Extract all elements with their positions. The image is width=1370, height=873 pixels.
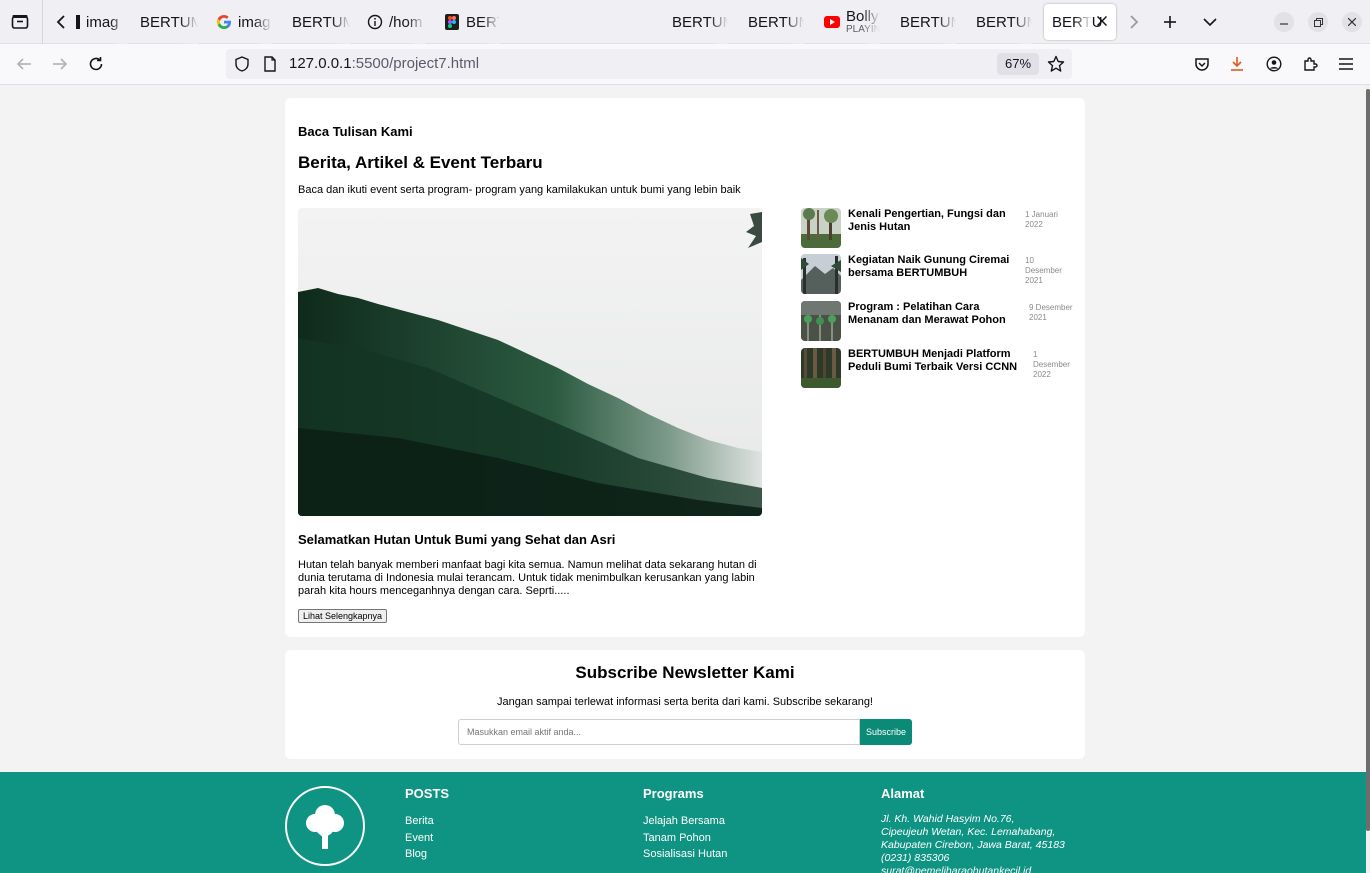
list-item[interactable]: Program : Pelatihan Cara Menanam dan Mer… — [801, 301, 1081, 343]
newsletter-title: Subscribe Newsletter Kami — [575, 663, 795, 682]
list-all-tabs-icon[interactable] — [1196, 8, 1224, 36]
tree-logo-icon[interactable] — [285, 786, 365, 866]
close-tab-icon[interactable] — [1096, 14, 1108, 31]
browser-tab[interactable]: imag — [216, 0, 272, 44]
article-title[interactable]: Program : Pelatihan Cara Menanam dan Mer… — [848, 301, 1030, 327]
footer-heading: Programs — [643, 786, 704, 801]
youtube-icon — [824, 14, 840, 30]
browser-tab[interactable]: BERTUM — [900, 0, 956, 44]
article-thumbnail[interactable] — [801, 254, 841, 294]
forward-icon[interactable] — [46, 50, 74, 78]
article-title[interactable]: BERTUMBUH Menjadi Platform Peduli Bumi T… — [848, 348, 1022, 374]
info-icon — [367, 14, 383, 30]
browser-tab[interactable]: BERT — [444, 0, 500, 44]
address-bar[interactable]: 127.0.0.1:5500/project7.html 67% — [226, 49, 1072, 79]
scrollbar-thumb[interactable] — [1366, 89, 1370, 831]
newsletter-section: Subscribe Newsletter Kami Jangan sampai … — [285, 650, 1085, 759]
subscribe-button[interactable]: Subscribe — [860, 719, 912, 745]
browser-tab-active[interactable]: BERTU — [1044, 4, 1116, 40]
article-title[interactable]: Kegiatan Naik Gunung Ciremai bersama BER… — [848, 254, 1018, 280]
footer-link-blog[interactable]: Blog — [405, 846, 449, 863]
footer-link-sosialisasi[interactable]: Sosialisasi Hutan — [643, 846, 727, 863]
footer-programs-column: Programs Jelajah Bersama Tanam Pohon Sos… — [643, 786, 727, 863]
url-path: :5500/project7.html — [351, 55, 480, 72]
browser-tab[interactable]: BERTUM — [292, 0, 350, 44]
section-description: Baca dan ikuti event serta program- prog… — [298, 184, 741, 196]
footer-link-event[interactable]: Event — [405, 830, 449, 847]
navigation-toolbar: 127.0.0.1:5500/project7.html 67% — [0, 44, 1370, 85]
figma-icon — [444, 14, 460, 30]
restore-window-icon[interactable] — [1308, 12, 1328, 32]
page-scrollbar[interactable] — [1366, 85, 1370, 873]
page-info-icon[interactable] — [263, 56, 277, 77]
footer-address-column: Alamat Jl. Kh. Wahid Hasyim No.76, Cipeu… — [881, 786, 1081, 873]
section-eyebrow: Baca Tulisan Kami — [298, 124, 413, 139]
zoom-level-button[interactable]: 67% — [997, 53, 1040, 75]
new-tab-icon[interactable] — [1156, 8, 1184, 36]
footer-link-berita[interactable]: Berita — [405, 813, 449, 830]
section-title: Berita, Artikel & Event Terbaru — [298, 153, 543, 172]
tracking-protection-icon[interactable] — [234, 56, 250, 77]
address-line: Jl. Kh. Wahid Hasyim No.76, — [881, 813, 1015, 825]
url-text[interactable]: 127.0.0.1:5500/project7.html — [289, 55, 479, 72]
article-date: 10 Desember 2021 — [1025, 256, 1062, 285]
list-item[interactable]: Kegiatan Naik Gunung Ciremai bersama BER… — [801, 254, 1081, 296]
page-viewport: Baca Tulisan Kami Berita, Artikel & Even… — [0, 85, 1366, 873]
extensions-icon[interactable] — [1296, 50, 1324, 78]
browser-tab[interactable]: BERTUM — [748, 0, 804, 44]
newsletter-email-input[interactable] — [458, 719, 860, 745]
featured-forest-image[interactable] — [298, 208, 762, 516]
browser-tab[interactable]: BERTUM — [672, 0, 728, 44]
url-host: 127.0.0.1 — [289, 55, 352, 72]
scroll-tabs-right-icon[interactable] — [1120, 8, 1148, 36]
minimize-window-icon[interactable] — [1274, 12, 1294, 32]
tab-separator — [42, 0, 43, 44]
browser-tab[interactable]: imag — [76, 0, 128, 44]
article-thumbnail[interactable] — [801, 348, 841, 388]
list-item[interactable]: Kenali Pengertian, Fungsi dan Jenis Huta… — [801, 208, 1081, 250]
google-icon — [216, 14, 232, 30]
footer-posts-column: POSTS Berita Event Blog — [405, 786, 449, 863]
read-more-button[interactable]: Lihat Selengkapnya — [298, 609, 388, 623]
article-thumbnail[interactable] — [801, 301, 841, 341]
footer-link-tanam[interactable]: Tanam Pohon — [643, 830, 727, 847]
account-icon[interactable] — [1260, 50, 1288, 78]
reload-icon[interactable] — [82, 50, 110, 78]
downloads-icon[interactable] — [1223, 50, 1251, 78]
tab-bar: imag BERTUM imag BERTUM /hom BERT BERTUM… — [0, 0, 1370, 44]
phone-number: (0231) 835306 — [881, 852, 950, 864]
browser-tab[interactable]: /hom — [367, 0, 425, 44]
tab-overview-icon[interactable] — [6, 8, 34, 36]
footer-link-jelajah[interactable]: Jelajah Bersama — [643, 813, 727, 830]
pocket-icon[interactable] — [1188, 50, 1216, 78]
bookmark-star-icon[interactable] — [1047, 55, 1065, 78]
browser-tab[interactable]: BERTUM — [976, 0, 1032, 44]
featured-article-title[interactable]: Selamatkan Hutan Untuk Bumi yang Sehat d… — [298, 532, 615, 547]
article-date: 1 Desember 2022 — [1033, 350, 1070, 379]
article-date: 9 Desember 2021 — [1029, 303, 1073, 322]
browser-tab[interactable]: BERTUM — [140, 0, 198, 44]
scroll-tabs-left-icon[interactable] — [47, 8, 75, 36]
article-date: 1 Januari 2022 — [1025, 210, 1058, 229]
address-line: Cipeujeuh Wetan, Kec. Lemahabang, — [881, 826, 1056, 838]
address-line: Kabupaten Cirebon, Jawa Barat, 45183 — [881, 839, 1065, 851]
newsletter-description: Jangan sampai terlewat informasi serta b… — [496, 696, 873, 708]
news-section: Baca Tulisan Kami Berita, Artikel & Even… — [285, 98, 1085, 637]
browser-tab[interactable]: Bolly PLAYIN — [824, 0, 880, 44]
menu-icon[interactable] — [1332, 50, 1360, 78]
back-icon[interactable] — [10, 50, 38, 78]
footer-heading: Alamat — [881, 786, 925, 801]
article-thumbnail[interactable] — [801, 208, 841, 248]
email-address[interactable]: surat@pemeliharaohutankecil.id — [881, 865, 1081, 873]
page-icon — [76, 14, 82, 30]
close-window-icon[interactable] — [1342, 12, 1362, 32]
list-item[interactable]: BERTUMBUH Menjadi Platform Peduli Bumi T… — [801, 348, 1081, 390]
site-footer: POSTS Berita Event Blog Programs Jelajah… — [0, 772, 1366, 873]
article-title[interactable]: Kenali Pengertian, Fungsi dan Jenis Huta… — [848, 208, 1008, 234]
featured-article-excerpt: Hutan telah banyak memberi manfaat bagi … — [298, 559, 757, 597]
footer-heading: POSTS — [405, 786, 450, 801]
